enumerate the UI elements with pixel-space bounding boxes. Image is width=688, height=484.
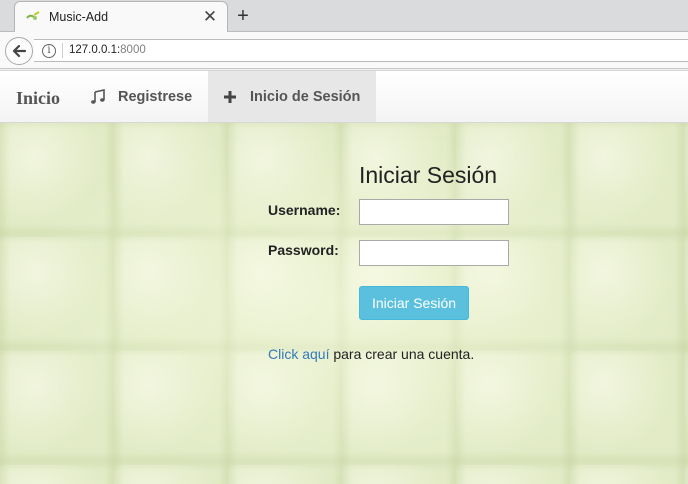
navbar-brand[interactable]: Inicio [16,88,60,109]
username-label: Username: [268,202,341,218]
url-port: 8000 [120,44,146,56]
tab-title: Music-Add [49,10,109,24]
nav-login-label: Inicio de Sesión [250,88,361,105]
page-background [0,123,688,484]
info-icon[interactable]: i [42,44,56,58]
login-title: Iniciar Sesión [359,162,498,188]
username-field[interactable] [359,199,509,225]
back-button[interactable] [5,37,33,65]
nav-login-link[interactable]: Inicio de Sesión [208,71,376,122]
nav-register-label: Registrese [118,88,193,105]
music-note-icon [90,88,106,105]
password-field[interactable] [359,240,509,266]
signup-suffix: para crear una cuenta. [329,346,475,362]
login-submit-button[interactable]: Iniciar Sesión [359,286,469,320]
signup-line: Click aquí para crear una cuenta. [268,346,474,362]
back-arrow-icon [12,44,27,58]
password-label: Password: [268,242,339,258]
favicon-icon [26,11,40,20]
app-navbar: Inicio Registrese Inicio de Sesión [0,70,688,123]
url-text: 127.0.0.1:8000 [69,44,146,56]
url-host: 127.0.0.1: [69,44,121,56]
new-tab-icon[interactable]: + [232,5,254,27]
browser-toolbar: i 127.0.0.1:8000 [0,32,688,69]
address-bar[interactable]: i 127.0.0.1:8000 [34,39,688,62]
nav-register-link[interactable]: Registrese [90,71,208,122]
url-separator [62,43,63,58]
tab-close-icon[interactable]: ✕ [201,8,219,26]
browser-tab-strip: Music-Add ✕ + [0,0,688,33]
signup-link[interactable]: Click aquí [268,346,329,362]
plus-icon [222,89,238,105]
browser-tab[interactable]: Music-Add ✕ [14,1,228,33]
